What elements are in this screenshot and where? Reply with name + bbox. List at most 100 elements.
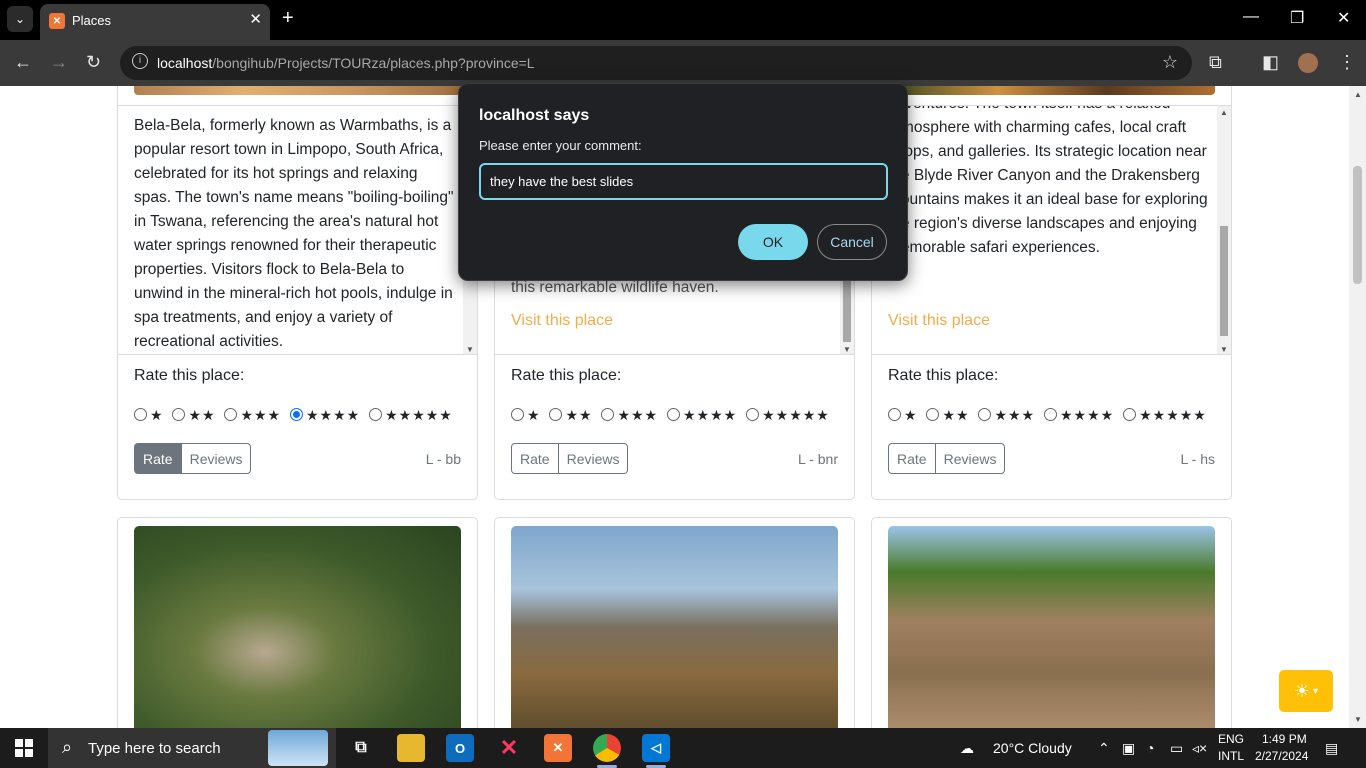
close-tab-icon[interactable]: ✕ xyxy=(249,10,262,28)
language-top[interactable]: ENG xyxy=(1218,732,1244,746)
reviews-button[interactable]: Reviews xyxy=(181,443,252,474)
visit-link[interactable]: Visit this place xyxy=(511,312,613,330)
xampp-icon[interactable]: ✕ xyxy=(544,734,572,762)
rating-radio-4[interactable] xyxy=(1044,408,1057,421)
restore-icon[interactable]: ❐ xyxy=(1290,8,1304,28)
notifications-icon[interactable]: ▤ xyxy=(1325,740,1338,757)
place-description: Bela-Bela, formerly known as Warmbaths, … xyxy=(134,117,454,350)
taskbar-search[interactable]: ⌕ Type here to search xyxy=(48,728,336,768)
search-placeholder: Type here to search xyxy=(88,740,221,757)
rating-radio-1[interactable] xyxy=(511,408,524,421)
description-scrollbar[interactable]: ▲ ▼ xyxy=(1217,106,1231,354)
address-bar[interactable]: i localhost/bongihub/Projects/TOURza/pla… xyxy=(120,46,1192,80)
rate-button[interactable]: Rate xyxy=(888,443,936,474)
rating-label-5: ★★★★★ xyxy=(1139,407,1207,423)
dialog-title: localhost says xyxy=(479,107,590,124)
forward-icon[interactable]: → xyxy=(50,52,68,73)
rate-label: Rate this place: xyxy=(888,367,999,384)
rating-options: ★ ★★ ★★★ ★★★★ ★★★★★ xyxy=(888,407,1212,424)
url-text[interactable]: localhost/bongihub/Projects/TOURza/place… xyxy=(157,55,535,71)
scroll-down-icon[interactable]: ▼ xyxy=(843,345,851,354)
back-icon[interactable]: ← xyxy=(14,52,32,73)
rating-radio-1[interactable] xyxy=(134,408,147,421)
rating-radio-5[interactable] xyxy=(746,408,760,421)
rate-label: Rate this place: xyxy=(511,367,622,384)
rating-label-2: ★★ xyxy=(188,407,216,423)
page-scrollbar-thumb[interactable] xyxy=(1353,166,1362,284)
rating-label-3: ★★★ xyxy=(240,407,282,423)
xmind-icon[interactable]: ✕ xyxy=(495,734,523,762)
ok-button[interactable]: OK xyxy=(738,224,808,260)
language-bottom[interactable]: INTL xyxy=(1218,749,1244,763)
extensions-icon[interactable]: ⧉ xyxy=(1209,52,1222,73)
file-explorer-icon[interactable] xyxy=(397,734,425,762)
rating-radio-3[interactable] xyxy=(601,408,615,421)
chrome-icon[interactable] xyxy=(593,734,621,768)
place-card-row2-3 xyxy=(871,517,1232,728)
outlook-icon[interactable]: O xyxy=(446,734,474,762)
scrollbar-thumb[interactable] xyxy=(1220,226,1228,336)
reload-icon[interactable]: ↻ xyxy=(86,52,101,73)
rating-radio-2[interactable] xyxy=(172,408,186,421)
windows-start-icon[interactable] xyxy=(15,739,33,757)
place-card-row2-1 xyxy=(117,517,478,728)
rating-radio-4[interactable] xyxy=(667,408,680,421)
rating-label-2: ★★ xyxy=(942,407,970,423)
bookmark-star-icon[interactable]: ☆ xyxy=(1162,52,1178,73)
rating-label-1: ★ xyxy=(904,407,918,423)
place-card-bela-bela: Bela-Bela, formerly known as Warmbaths, … xyxy=(117,86,478,500)
scroll-up-icon[interactable]: ▲ xyxy=(1354,90,1362,99)
scrollbar-thumb[interactable] xyxy=(843,276,851,342)
rating-radio-1[interactable] xyxy=(888,408,901,421)
scroll-down-icon[interactable]: ▼ xyxy=(1220,345,1228,354)
scroll-down-icon[interactable]: ▼ xyxy=(466,345,474,354)
volume-muted-icon[interactable]: ◃× xyxy=(1192,740,1207,757)
dialog-message: Please enter your comment: xyxy=(479,138,642,153)
battery-icon[interactable]: ▭ xyxy=(1170,740,1183,757)
rating-label-2: ★★ xyxy=(565,407,593,423)
reviews-button[interactable]: Reviews xyxy=(558,443,629,474)
site-info-icon[interactable]: i xyxy=(132,53,148,69)
browser-tab[interactable]: ✕ Places ✕ xyxy=(40,4,270,40)
scroll-down-icon[interactable]: ▼ xyxy=(1354,715,1362,724)
network-icon[interactable]: ◔ xyxy=(1146,740,1154,756)
task-view-icon[interactable]: ⧉ xyxy=(347,734,375,762)
rating-radio-4[interactable] xyxy=(290,408,303,421)
rating-radio-2[interactable] xyxy=(926,408,940,421)
weather-cloud-icon[interactable]: ☁ xyxy=(960,740,974,757)
vscode-icon[interactable]: ◁ xyxy=(642,734,670,768)
rating-options: ★ ★★ ★★★ ★★★★ ★★★★★ xyxy=(511,407,835,424)
rating-radio-3[interactable] xyxy=(224,408,238,421)
rating-radio-2[interactable] xyxy=(549,408,563,421)
minimize-icon[interactable]: — xyxy=(1243,8,1259,26)
profile-avatar[interactable] xyxy=(1298,53,1318,73)
reviews-button[interactable]: Reviews xyxy=(935,443,1006,474)
tray-overflow-icon[interactable]: ⌃ xyxy=(1098,740,1110,757)
page-scrollbar[interactable]: ▲ ▼ xyxy=(1349,86,1366,728)
rating-radio-5[interactable] xyxy=(1123,408,1137,421)
new-tab-icon[interactable]: + xyxy=(282,7,294,30)
clock-time[interactable]: 1:49 PM xyxy=(1262,732,1307,746)
clock-date[interactable]: 2/27/2024 xyxy=(1255,749,1308,763)
tab-search-button[interactable]: ⌄ xyxy=(7,6,33,32)
theme-toggle-button[interactable]: ☀ ▾ xyxy=(1279,670,1333,712)
place-description-box: adventures. The town itself has a relaxe… xyxy=(872,105,1231,355)
side-panel-icon[interactable]: ◧ xyxy=(1262,52,1279,73)
visit-link[interactable]: Visit this place xyxy=(888,312,990,330)
close-window-icon[interactable]: ✕ xyxy=(1337,8,1350,28)
place-code: L - bnr xyxy=(798,451,838,467)
rating-radio-3[interactable] xyxy=(978,408,992,421)
scroll-up-icon[interactable]: ▲ xyxy=(1220,108,1228,117)
comment-input[interactable] xyxy=(479,163,888,200)
rate-button[interactable]: Rate xyxy=(134,443,182,474)
sun-icon: ☀ xyxy=(1293,680,1311,701)
xampp-favicon-icon: ✕ xyxy=(49,13,65,29)
place-image xyxy=(511,526,838,728)
place-description: adventures. The town itself has a relaxe… xyxy=(888,106,1208,256)
meet-icon[interactable]: ▣ xyxy=(1122,740,1135,757)
rate-button[interactable]: Rate xyxy=(511,443,559,474)
weather-text[interactable]: 20°C Cloudy xyxy=(993,740,1072,756)
rating-radio-5[interactable] xyxy=(369,408,383,421)
menu-kebab-icon[interactable]: ⋮ xyxy=(1338,52,1356,73)
cancel-button[interactable]: Cancel xyxy=(817,224,887,260)
